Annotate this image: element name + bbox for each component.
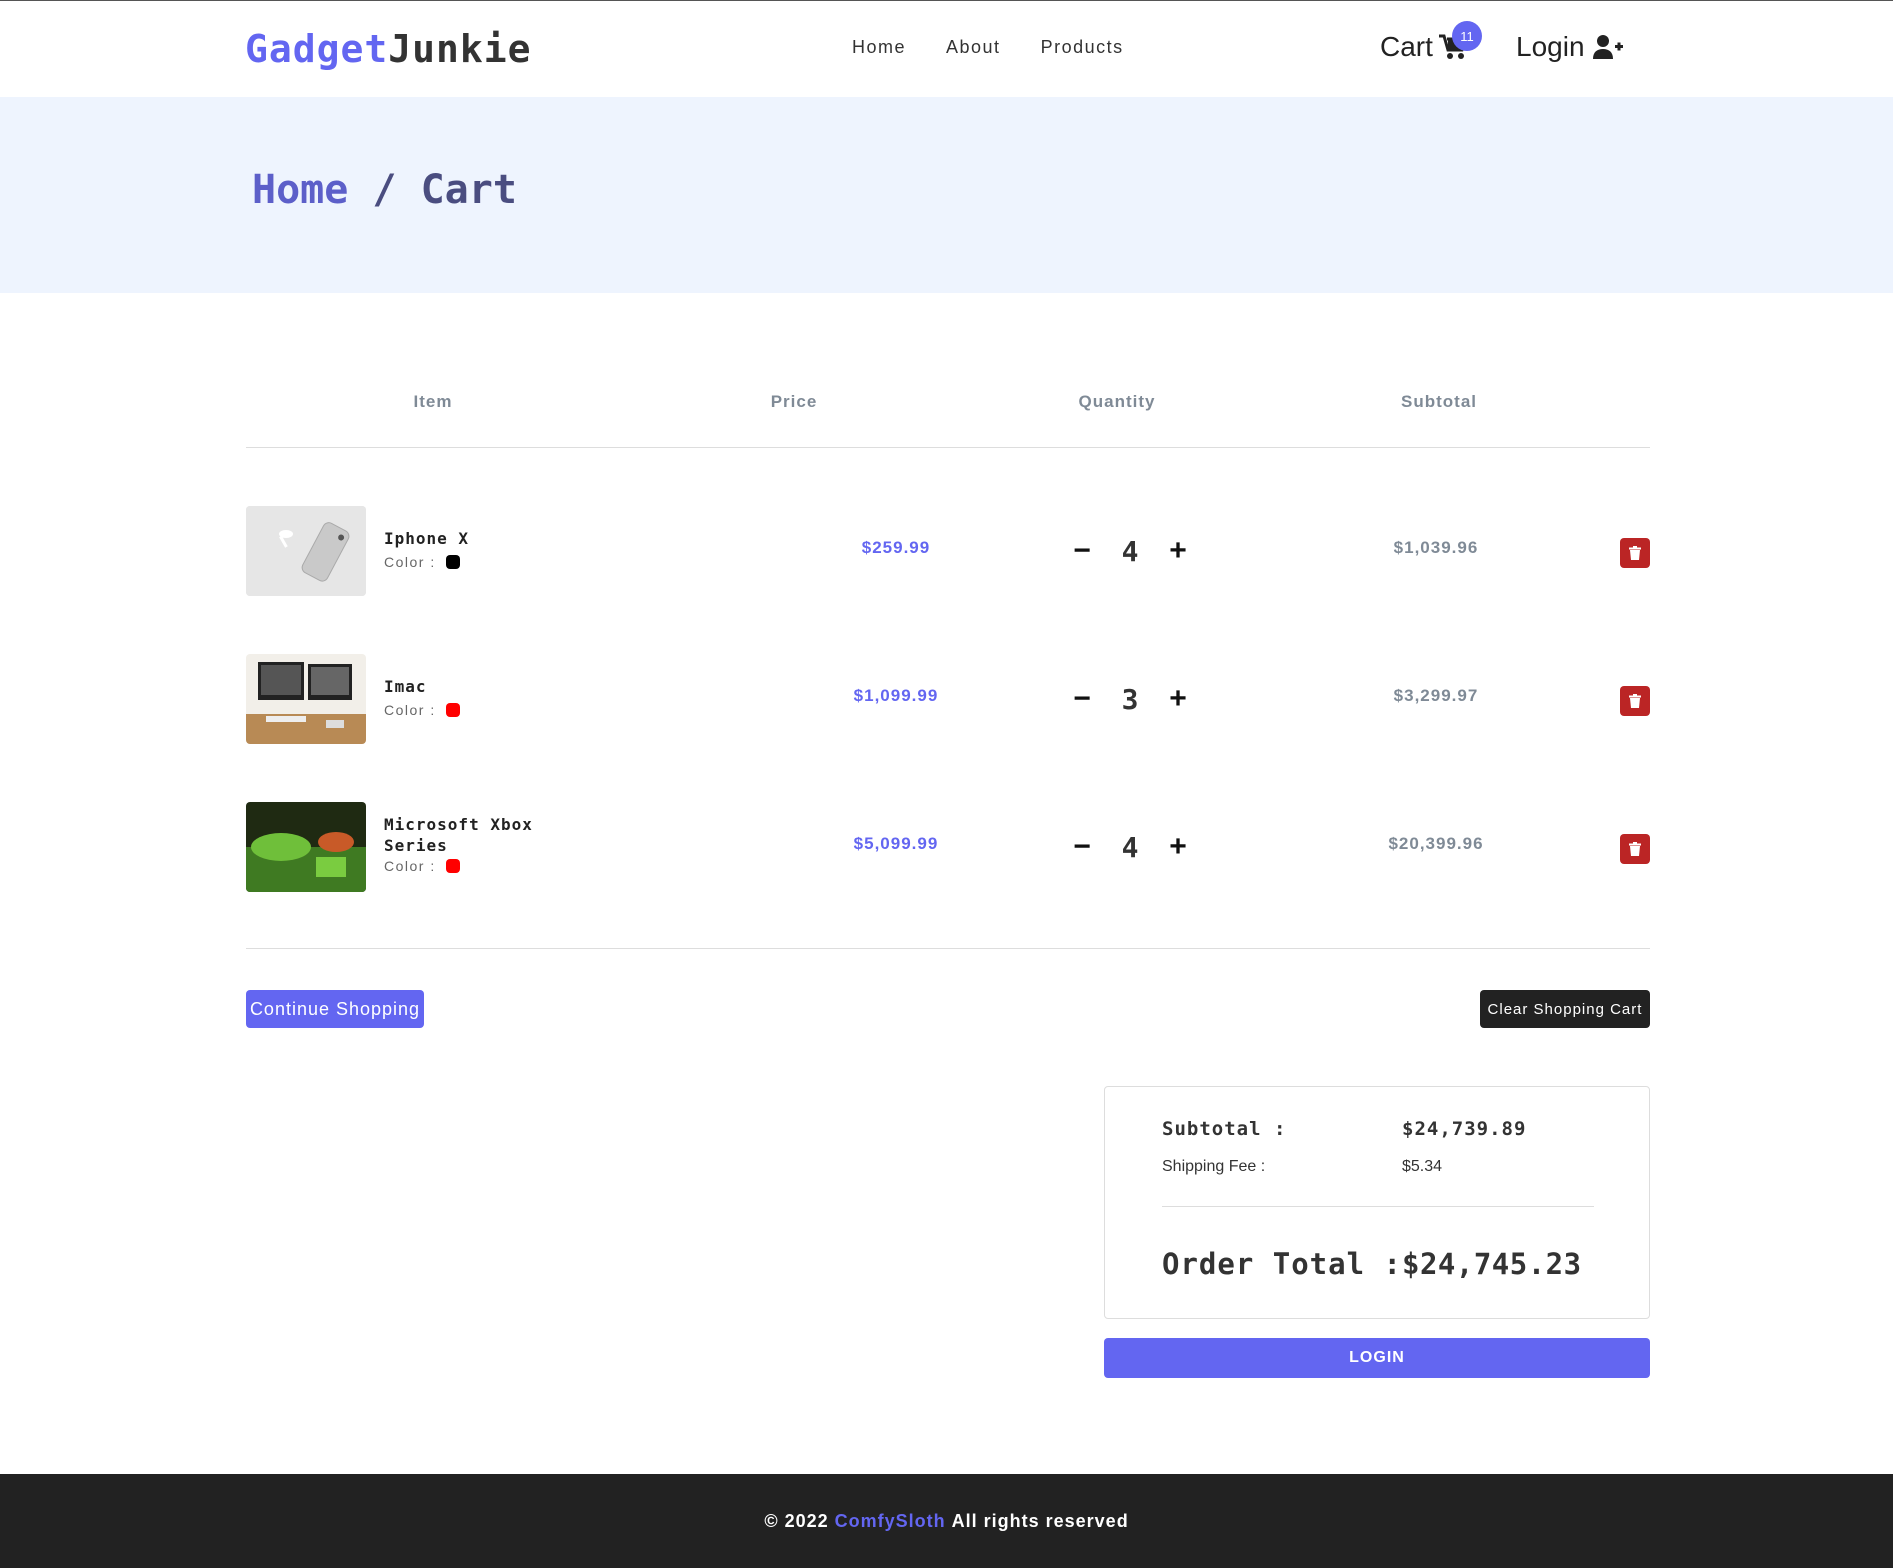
- column-header-price: Price: [770, 392, 818, 411]
- quantity-stepper: − 4 +: [1070, 824, 1190, 870]
- shipping-fee-label: Shipping Fee :: [1162, 1158, 1266, 1175]
- cart-totals-card: Subtotal : $24,739.89 Shipping Fee : $5.…: [1104, 1086, 1650, 1319]
- footer: © 2022 ComfySloth All rights reserved: [0, 1474, 1893, 1568]
- page-hero: Home / Cart: [0, 97, 1893, 293]
- product-name: Imac: [384, 677, 427, 696]
- nav-link-products[interactable]: Products: [1041, 37, 1124, 58]
- row-subtotal: $3,299.97: [1393, 686, 1479, 705]
- row-subtotal: $20,399.96: [1388, 834, 1484, 853]
- trash-icon: [1629, 842, 1641, 856]
- breadcrumb-separator: /: [348, 167, 421, 213]
- product-color: Color :: [384, 554, 460, 570]
- quantity-value: 4: [1121, 830, 1139, 864]
- product-image-iphone: [246, 506, 366, 596]
- breadcrumb-home-link[interactable]: Home: [252, 167, 348, 213]
- cart-label: Cart: [1380, 31, 1433, 62]
- cart-row: Imac Color : $1,099.99 − 3 + $3,299.97: [246, 654, 1650, 746]
- product-name: Iphone X: [384, 529, 470, 548]
- column-header-item: Item: [413, 392, 453, 411]
- product-color: Color :: [384, 702, 460, 718]
- column-header-subtotal: Subtotal: [1401, 392, 1477, 411]
- cart-table-header: Item Price Quantity Subtotal: [246, 380, 1650, 448]
- color-swatch: [445, 859, 460, 873]
- nav-link-home[interactable]: Home: [852, 37, 906, 58]
- color-swatch: [445, 703, 460, 717]
- subtotal-label: Subtotal :: [1162, 1118, 1287, 1140]
- product-image-xbox: [246, 802, 366, 892]
- breadcrumb-current: Cart: [420, 167, 517, 213]
- nav-link-about[interactable]: About: [946, 37, 1001, 58]
- column-header-quantity: Quantity: [1078, 392, 1156, 411]
- decrease-quantity-button[interactable]: −: [1070, 534, 1094, 567]
- remove-item-button[interactable]: [1620, 686, 1650, 716]
- color-label: Color :: [384, 702, 436, 718]
- cart-row: Microsoft Xbox Series Color : $5,099.99 …: [246, 802, 1650, 894]
- quantity-stepper: − 4 +: [1070, 528, 1190, 574]
- product-color: Color :: [384, 858, 460, 874]
- quantity-value: 4: [1121, 534, 1139, 568]
- decrease-quantity-button[interactable]: −: [1070, 682, 1094, 715]
- shipping-fee-value: $5.34: [1402, 1158, 1443, 1175]
- color-label: Color :: [384, 858, 436, 874]
- logo-part-1: Gadget: [245, 27, 389, 71]
- login-label: Login: [1516, 31, 1585, 62]
- logo-part-2: Junkie: [388, 27, 532, 71]
- quantity-value: 3: [1121, 682, 1139, 716]
- login-link[interactable]: Login: [1516, 31, 1623, 63]
- decrease-quantity-button[interactable]: −: [1070, 830, 1094, 863]
- quantity-stepper: − 3 +: [1070, 676, 1190, 722]
- navbar: GadgetJunkie Home About Products Cart 11…: [0, 0, 1893, 97]
- product-price: $5,099.99: [853, 834, 939, 853]
- footer-brand: ComfySloth: [834, 1510, 946, 1531]
- subtotal-value: $24,739.89: [1402, 1118, 1527, 1140]
- order-total-label: Order Total :: [1162, 1247, 1402, 1281]
- user-plus-icon: [1592, 35, 1623, 59]
- cart-button[interactable]: Cart 11: [1380, 21, 1482, 63]
- login-checkout-button[interactable]: LOGIN: [1104, 1338, 1650, 1378]
- product-price: $1,099.99: [853, 686, 939, 705]
- cart-count-badge: 11: [1452, 21, 1482, 51]
- product-price: $259.99: [861, 538, 931, 557]
- footer-copyright: © 2022: [764, 1510, 829, 1531]
- cart-row: Iphone X Color : $259.99 − 4 + $1,039.96: [246, 506, 1650, 598]
- order-total-value: $24,745.23: [1402, 1247, 1582, 1281]
- increase-quantity-button[interactable]: +: [1166, 682, 1190, 715]
- continue-shopping-button[interactable]: Continue Shopping: [246, 990, 424, 1028]
- remove-item-button[interactable]: [1620, 538, 1650, 568]
- increase-quantity-button[interactable]: +: [1166, 534, 1190, 567]
- product-name: Microsoft Xbox Series: [384, 815, 533, 855]
- logo[interactable]: GadgetJunkie: [245, 27, 532, 71]
- trash-icon: [1629, 546, 1641, 560]
- footer-rights: All rights reserved: [951, 1510, 1129, 1531]
- color-swatch: [445, 555, 460, 569]
- product-image-imac: [246, 654, 366, 744]
- breadcrumb: Home / Cart: [252, 167, 517, 213]
- row-subtotal: $1,039.96: [1393, 538, 1479, 557]
- increase-quantity-button[interactable]: +: [1166, 830, 1190, 863]
- remove-item-button[interactable]: [1620, 834, 1650, 864]
- nav-links: Home About Products: [852, 37, 1124, 58]
- totals-divider: [1162, 1206, 1594, 1207]
- table-bottom-divider: [246, 948, 1650, 949]
- color-label: Color :: [384, 554, 436, 570]
- clear-cart-button[interactable]: Clear Shopping Cart: [1480, 990, 1650, 1028]
- trash-icon: [1629, 694, 1641, 708]
